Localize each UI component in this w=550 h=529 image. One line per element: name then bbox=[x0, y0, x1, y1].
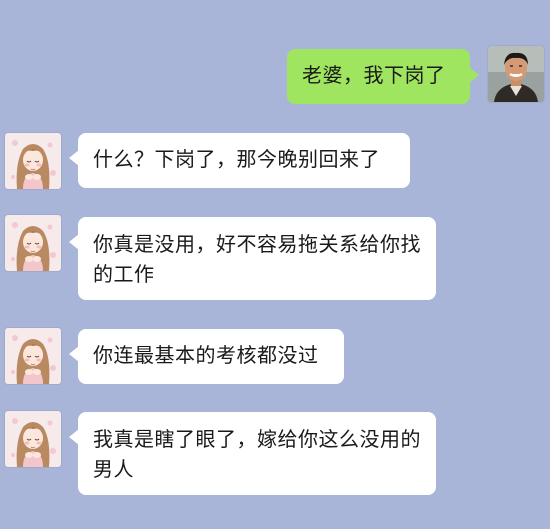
message-bubble-other[interactable]: 你连最基本的考核都没过 bbox=[69, 329, 344, 384]
man-portrait-icon bbox=[488, 46, 544, 102]
message-text: 你真是没用，好不容易拖关系给你找的工作 bbox=[93, 232, 421, 286]
message-text: 你连最基本的考核都没过 bbox=[93, 343, 319, 367]
message-text: 我真是瞎了眼了，嫁给你这么没用的男人 bbox=[93, 427, 421, 481]
message-text: 什么？下岗了，那今晚别回来了 bbox=[93, 147, 380, 171]
chat-window: 老婆，我下岗了 什么？下岗了，那今晚别回来了 你真是没用，好不容易拖关系给你找的… bbox=[0, 0, 550, 529]
message-text: 老婆，我下岗了 bbox=[302, 63, 446, 87]
contact-avatar[interactable] bbox=[5, 328, 61, 384]
message-bubble-other[interactable]: 我真是瞎了眼了，嫁给你这么没用的男人 bbox=[69, 412, 436, 495]
contact-avatar[interactable] bbox=[5, 411, 61, 467]
contact-avatar[interactable] bbox=[5, 215, 61, 271]
message-bubble-other[interactable]: 你真是没用，好不容易拖关系给你找的工作 bbox=[69, 217, 436, 300]
self-avatar[interactable] bbox=[488, 46, 544, 102]
girl-anime-icon bbox=[5, 411, 61, 467]
girl-anime-icon bbox=[5, 328, 61, 384]
message-bubble-self[interactable]: 老婆，我下岗了 bbox=[287, 49, 479, 104]
contact-avatar[interactable] bbox=[5, 133, 61, 189]
girl-anime-icon bbox=[5, 215, 61, 271]
girl-anime-icon bbox=[5, 133, 61, 189]
message-bubble-other[interactable]: 什么？下岗了，那今晚别回来了 bbox=[69, 133, 410, 188]
